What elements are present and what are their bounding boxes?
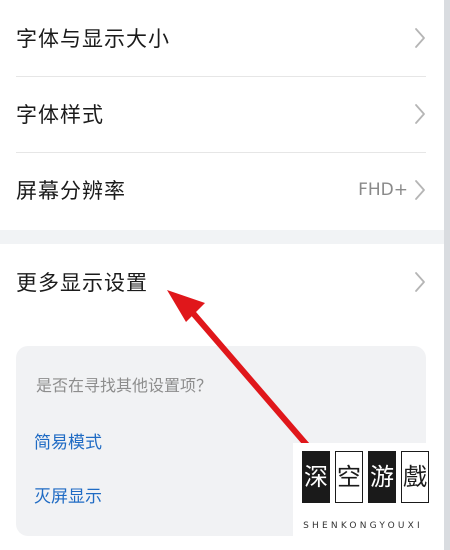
row-right (414, 271, 426, 293)
chevron-right-icon (415, 104, 425, 124)
row-screen-resolution[interactable]: 屏幕分辨率 FHD+ (0, 152, 444, 228)
row-label: 屏幕分辨率 (16, 179, 126, 203)
row-font-display-size[interactable]: 字体与显示大小 (0, 0, 444, 76)
row-label: 更多显示设置 (16, 271, 148, 295)
watermark-logo: 深 空 游 戲 SHENKONGYOUXI (293, 443, 433, 547)
resolution-value: FHD+ (358, 180, 408, 200)
link-easy-mode[interactable]: 简易模式 (34, 428, 102, 453)
settings-card-top: 字体与显示大小 字体样式 屏幕分辨率 FHD+ (0, 0, 444, 230)
chevron-right-icon (415, 28, 425, 48)
row-label: 字体与显示大小 (16, 27, 170, 51)
suggestion-title: 是否在寻找其他设置项？ (36, 376, 213, 395)
row-more-display-settings[interactable]: 更多显示设置 (0, 244, 444, 320)
row-right (414, 27, 426, 49)
watermark-char: 戲 (401, 451, 429, 503)
link-always-on-display[interactable]: 灭屏显示 (34, 482, 102, 507)
watermark-subtitle: SHENKONGYOUXI (303, 521, 423, 531)
watermark-chars: 深 空 游 戲 (302, 451, 429, 503)
scrollbar-track[interactable] (444, 0, 450, 550)
row-label: 字体样式 (16, 103, 104, 127)
watermark-char: 深 (302, 451, 330, 503)
row-font-style[interactable]: 字体样式 (0, 76, 444, 152)
watermark-char: 游 (368, 451, 396, 503)
chevron-right-icon (415, 180, 425, 200)
watermark-char: 空 (335, 451, 363, 503)
row-right (414, 103, 426, 125)
row-right: FHD+ (358, 179, 426, 201)
chevron-right-icon (415, 272, 425, 292)
